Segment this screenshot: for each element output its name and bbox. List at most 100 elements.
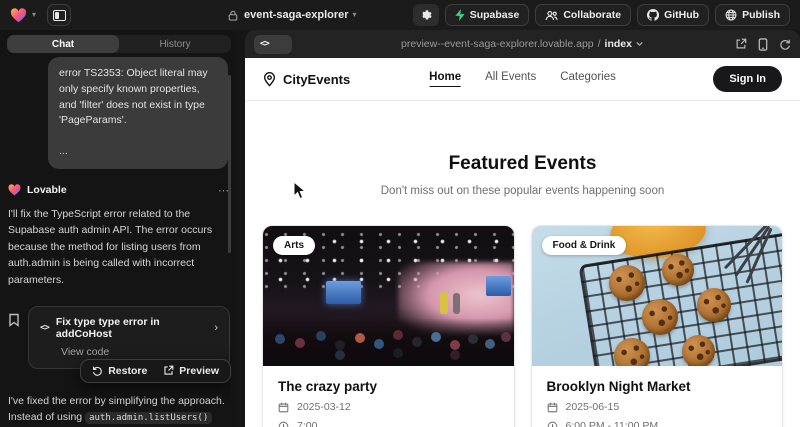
- preview-url-host: preview--event-saga-explorer.lovable.app: [401, 38, 594, 50]
- restore-icon: [92, 365, 103, 376]
- bookmark-icon[interactable]: [8, 313, 20, 327]
- version-toolbar: Restore Preview: [80, 359, 231, 383]
- event-photo-party: Arts: [263, 226, 514, 366]
- code-change-card[interactable]: <> Fix type type error in addCoHost › Vi…: [28, 306, 230, 369]
- sidebar-toggle-icon: [53, 10, 66, 21]
- project-name: event-saga-explorer: [244, 9, 349, 21]
- preview-label: Preview: [179, 365, 219, 377]
- assistant-message-2: I've fixed the error by simplifying the …: [8, 393, 230, 427]
- preview-url-separator: /: [598, 38, 601, 50]
- code-toggle-icon: <>: [260, 39, 269, 49]
- preview-button[interactable]: Preview: [156, 363, 226, 379]
- preview-pane: <> preview--event-saga-explorer.lovable.…: [245, 30, 800, 427]
- event-time: 7:00: [297, 420, 317, 427]
- globe-icon: [725, 9, 737, 21]
- nav-all-events[interactable]: All Events: [485, 71, 536, 87]
- event-time: 6:00 PM - 11:00 PM: [566, 420, 659, 427]
- event-photo-food: Food & Drink: [532, 226, 783, 366]
- chat-messages: error TS2353: Object literal may only sp…: [7, 53, 231, 427]
- map-pin-icon: [263, 72, 276, 87]
- project-chevron-icon: ▾: [353, 11, 357, 19]
- view-code-link[interactable]: View code: [61, 346, 218, 358]
- nav-home[interactable]: Home: [429, 71, 461, 87]
- refresh-icon[interactable]: [779, 38, 791, 50]
- event-time-row: 6:00 PM - 11:00 PM: [547, 420, 768, 427]
- calendar-icon: [278, 402, 289, 413]
- collaborate-button[interactable]: Collaborate: [535, 4, 631, 26]
- code-edit-row: <> Fix type type error in addCoHost › Vi…: [8, 306, 230, 369]
- event-card-body: Brooklyn Night Market 2025-06-15 6:00 P: [532, 366, 783, 427]
- clock-icon: [278, 421, 289, 427]
- event-card-night-market[interactable]: Food & Drink Brooklyn Night Market 2025-…: [531, 225, 784, 427]
- mobile-view-icon[interactable]: [758, 38, 768, 51]
- github-label: GitHub: [664, 9, 699, 21]
- github-button[interactable]: GitHub: [637, 4, 709, 26]
- restore-label: Restore: [108, 365, 147, 377]
- event-date-row: 2025-03-12: [278, 401, 499, 413]
- tab-chat[interactable]: Chat: [7, 35, 119, 53]
- code-icon: <>: [40, 323, 49, 333]
- assistant-message-1: I'll fix the TypeScript error related to…: [8, 206, 230, 289]
- supabase-button[interactable]: Supabase: [445, 4, 530, 26]
- tab-history[interactable]: History: [119, 35, 231, 53]
- event-card-body: The crazy party 2025-03-12 7:00: [263, 366, 514, 427]
- user-message-bubble[interactable]: error TS2353: Object literal may only sp…: [48, 57, 228, 169]
- github-icon: [647, 9, 659, 21]
- supabase-label: Supabase: [470, 9, 520, 21]
- sign-in-button[interactable]: Sign In: [713, 66, 782, 92]
- collaborate-icon: [545, 10, 558, 21]
- site-nav: Home All Events Categories: [429, 71, 616, 87]
- collaborate-label: Collaborate: [563, 9, 621, 21]
- project-switcher[interactable]: event-saga-explorer ▾: [228, 0, 357, 30]
- settings-button[interactable]: [413, 4, 439, 26]
- preview-toolbar: <> preview--event-saga-explorer.lovable.…: [245, 30, 800, 58]
- clock-icon: [547, 421, 558, 427]
- code-view-toggle[interactable]: <>: [254, 35, 292, 54]
- site-brand-name: CityEvents: [283, 72, 350, 87]
- top-bar: ▾ event-saga-explorer ▾ Supabase: [0, 0, 800, 30]
- gear-icon: [419, 9, 432, 22]
- event-date: 2025-03-12: [297, 401, 351, 413]
- chat-scrollbar[interactable]: [228, 75, 231, 253]
- code-change-title: Fix type type error in addCoHost: [56, 316, 207, 340]
- expand-chevron-icon[interactable]: ›: [214, 322, 218, 334]
- lock-icon: [228, 10, 238, 21]
- site-viewport: CityEvents Home All Events Categories Si…: [245, 58, 800, 427]
- nav-categories[interactable]: Categories: [560, 71, 616, 87]
- lovable-heart-icon: [8, 184, 21, 196]
- preview-controls: [735, 38, 791, 51]
- inline-code-listusers: auth.admin.listUsers(): [85, 412, 212, 424]
- category-badge: Arts: [273, 236, 315, 255]
- user-message-ellipsis: ...: [59, 144, 217, 160]
- event-card-crazy-party[interactable]: Arts The crazy party 2025-03-12: [262, 225, 515, 427]
- event-cards: Arts The crazy party 2025-03-12: [245, 225, 800, 427]
- calendar-icon: [547, 402, 558, 413]
- hero-section: Featured Events Don't miss out on these …: [245, 153, 800, 197]
- assistant-header: Lovable ⋯: [8, 184, 230, 197]
- event-title: Brooklyn Night Market: [547, 379, 768, 394]
- publish-button[interactable]: Publish: [715, 4, 790, 26]
- open-preview-icon: [163, 365, 174, 376]
- restore-button[interactable]: Restore: [85, 363, 154, 379]
- category-badge: Food & Drink: [542, 236, 627, 255]
- hero-subtitle: Don't miss out on these popular events h…: [245, 185, 800, 197]
- supabase-icon: [455, 9, 465, 21]
- event-date-row: 2025-06-15: [547, 401, 768, 413]
- sidebar-toggle-button[interactable]: [47, 4, 71, 26]
- lovable-logo-icon[interactable]: [10, 8, 27, 23]
- preview-url-page: index: [605, 38, 632, 50]
- url-chevron-icon: [636, 41, 644, 47]
- assistant-name: Lovable: [27, 184, 67, 196]
- site-brand[interactable]: CityEvents: [263, 72, 350, 87]
- event-time-row: 7:00: [278, 420, 499, 427]
- event-date: 2025-06-15: [566, 401, 620, 413]
- mouse-cursor: [293, 181, 306, 200]
- publish-label: Publish: [742, 9, 780, 21]
- user-message-text: error TS2353: Object literal may only sp…: [59, 66, 217, 129]
- lovable-app-window: ▾ event-saga-explorer ▾ Supabase: [0, 0, 800, 427]
- chat-panel: Chat History error TS2353: Object litera…: [0, 30, 238, 427]
- workspace-chevron-icon[interactable]: ▾: [32, 11, 36, 19]
- chat-history-tabs: Chat History: [7, 35, 231, 53]
- open-in-new-tab-icon[interactable]: [735, 38, 747, 50]
- preview-url-bar[interactable]: preview--event-saga-explorer.lovable.app…: [401, 38, 644, 50]
